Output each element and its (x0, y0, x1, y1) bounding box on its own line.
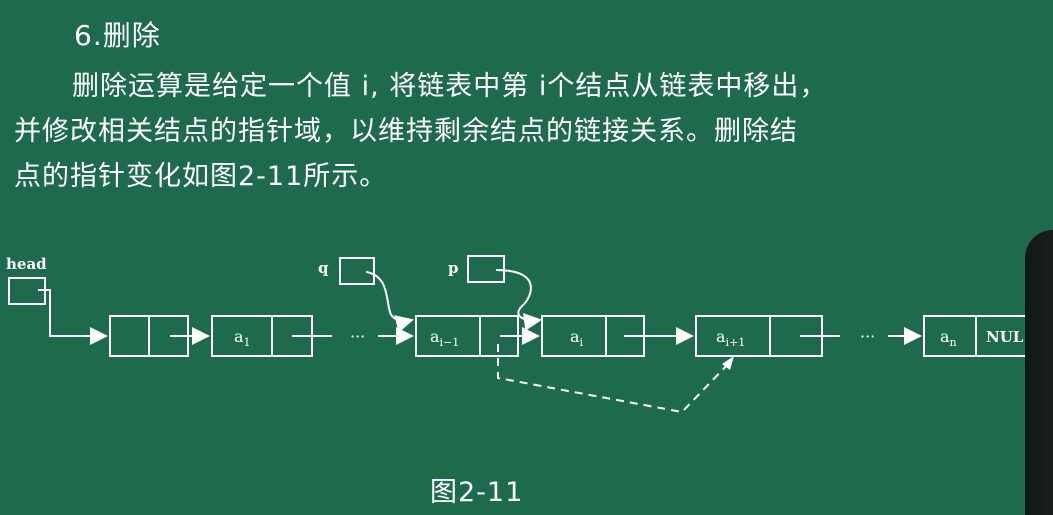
ellipsis-2: ··· (860, 327, 875, 346)
figure-caption: 图2-11 (430, 477, 524, 508)
q-pointer-box (339, 257, 375, 285)
node-an-label: an (940, 327, 957, 349)
null-label: NUL (986, 328, 1024, 346)
head-label: head (6, 255, 47, 273)
presenter-silhouette (1025, 230, 1053, 515)
section-heading: 6.删除 (74, 19, 161, 52)
q-arrow (365, 271, 414, 333)
linked-list-deletion-diagram: head a1 ··· q ai−1 p ai ai+1 ··· an NUL (6, 255, 1053, 414)
slide: 6.删除 删除运算是给定一个值 i, 将链表中第 i个结点从链表中移出， 并修改… (0, 0, 1053, 515)
p-arrow (495, 269, 542, 331)
paragraph-line-2: 并修改相关结点的指针域，以维持剩余结点的链接关系。删除结 (14, 116, 798, 147)
paragraph-line-3: 点的指针变化如图2-11所示。 (14, 161, 388, 192)
paragraph-line-1: 删除运算是给定一个值 i, 将链表中第 i个结点从链表中移出， (72, 71, 828, 102)
p-pointer-box (467, 255, 505, 283)
node-ai-plus-1-label: ai+1 (716, 327, 745, 349)
ellipsis-1: ··· (350, 327, 365, 346)
node-a1-label: a1 (234, 327, 251, 349)
head-arrow (38, 289, 108, 345)
q-label: q (318, 259, 329, 277)
p-label: p (448, 259, 459, 277)
node-ai-label: ai (570, 327, 584, 349)
description-paragraph: 删除运算是给定一个值 i, 将链表中第 i个结点从链表中移出， 并修改相关结点的… (14, 64, 934, 199)
node-ai-minus-1-label: ai−1 (430, 327, 459, 349)
